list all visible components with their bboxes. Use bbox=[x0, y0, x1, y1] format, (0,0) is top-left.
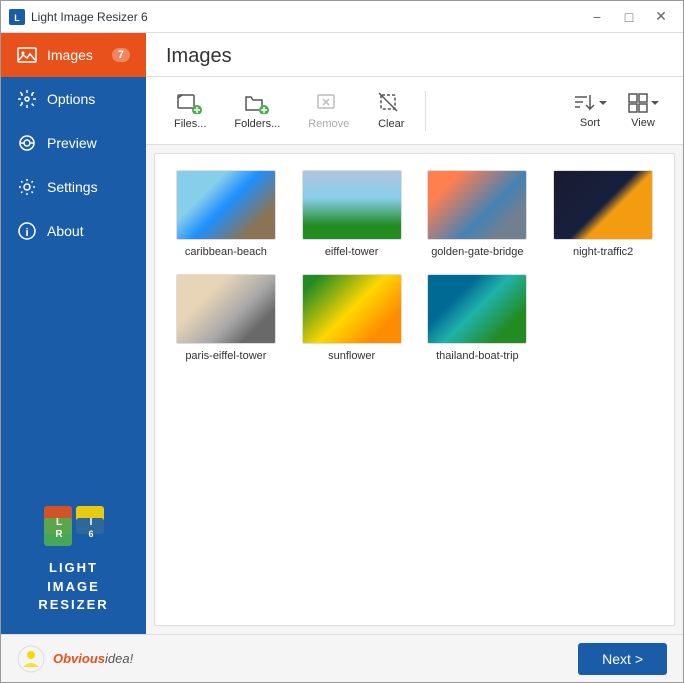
preview-icon bbox=[17, 133, 37, 153]
clear-label: Clear bbox=[378, 118, 404, 130]
content-area: Images Files... bbox=[146, 33, 683, 634]
image-item-golden-gate-bridge[interactable]: golden-gate-bridge bbox=[423, 170, 533, 258]
images-icon bbox=[17, 45, 37, 65]
remove-button[interactable]: Remove bbox=[296, 85, 361, 136]
sidebar-logo: L I R 6 LIGHTIMAGERESIZER bbox=[1, 481, 146, 634]
window-controls: − □ ✕ bbox=[583, 6, 675, 28]
app-icon: L bbox=[9, 9, 25, 25]
images-container: caribbean-beach eiffel-tower golden-gate-b… bbox=[154, 153, 675, 626]
toolbar-right: Sort View bbox=[565, 86, 667, 135]
files-label: Files... bbox=[174, 118, 206, 130]
folders-icon bbox=[243, 91, 271, 115]
image-label-paris-eiffel-tower: paris-eiffel-tower bbox=[185, 350, 266, 362]
options-label: Options bbox=[47, 91, 95, 107]
image-thumb-sunflower bbox=[302, 274, 402, 344]
image-label-night-traffic2: night-traffic2 bbox=[573, 246, 633, 258]
image-item-eiffel-tower[interactable]: eiffel-tower bbox=[297, 170, 407, 258]
image-thumb-eiffel-tower bbox=[302, 170, 402, 240]
main-layout: Images 7 Options bbox=[1, 33, 683, 634]
sort-icon bbox=[573, 92, 607, 114]
image-item-caribbean-beach[interactable]: caribbean-beach bbox=[171, 170, 281, 258]
view-label: View bbox=[631, 117, 655, 129]
footer-brand: Obviousidea! bbox=[17, 645, 133, 673]
clear-button[interactable]: Clear bbox=[365, 85, 417, 136]
image-thumb-golden-gate-bridge bbox=[427, 170, 527, 240]
brand-name: Obviousidea! bbox=[53, 651, 133, 666]
image-label-caribbean-beach: caribbean-beach bbox=[185, 246, 267, 258]
svg-text:R: R bbox=[55, 529, 63, 540]
svg-text:I: I bbox=[89, 517, 92, 528]
sidebar-item-settings[interactable]: Settings bbox=[1, 165, 146, 209]
sidebar-item-options[interactable]: Options bbox=[1, 77, 146, 121]
maximize-button[interactable]: □ bbox=[615, 6, 643, 28]
window-title: Light Image Resizer 6 bbox=[31, 10, 583, 24]
sort-button[interactable]: Sort bbox=[565, 86, 615, 135]
sidebar-item-preview[interactable]: Preview bbox=[1, 121, 146, 165]
minimize-button[interactable]: − bbox=[583, 6, 611, 28]
image-thumb-thailand-boat-trip bbox=[427, 274, 527, 344]
titlebar: L Light Image Resizer 6 − □ ✕ bbox=[1, 1, 683, 33]
footer: Obviousidea! Next > bbox=[1, 634, 683, 682]
preview-label: Preview bbox=[47, 135, 97, 151]
folders-button[interactable]: Folders... bbox=[222, 85, 292, 136]
sidebar: Images 7 Options bbox=[1, 33, 146, 634]
image-item-sunflower[interactable]: sunflower bbox=[297, 274, 407, 362]
image-item-paris-eiffel-tower[interactable]: paris-eiffel-tower bbox=[171, 274, 281, 362]
view-button[interactable]: View bbox=[619, 86, 667, 135]
image-label-thailand-boat-trip: thailand-boat-trip bbox=[436, 350, 519, 362]
view-icon bbox=[627, 92, 659, 114]
clear-icon bbox=[377, 91, 405, 115]
image-label-eiffel-tower: eiffel-tower bbox=[325, 246, 379, 258]
svg-text:L: L bbox=[14, 13, 20, 23]
image-label-golden-gate-bridge: golden-gate-bridge bbox=[431, 246, 523, 258]
image-thumb-paris-eiffel-tower bbox=[176, 274, 276, 344]
next-button[interactable]: Next > bbox=[578, 643, 667, 675]
images-badge: 7 bbox=[112, 48, 130, 62]
image-thumb-night-traffic2 bbox=[553, 170, 653, 240]
svg-text:6: 6 bbox=[88, 529, 93, 539]
sidebar-item-images[interactable]: Images 7 bbox=[1, 33, 146, 77]
files-icon bbox=[176, 91, 204, 115]
about-label: About bbox=[47, 223, 84, 239]
image-thumb-caribbean-beach bbox=[176, 170, 276, 240]
page-title: Images bbox=[146, 33, 683, 77]
remove-icon bbox=[315, 91, 343, 115]
logo-text: LIGHTIMAGERESIZER bbox=[38, 559, 108, 614]
svg-text:L: L bbox=[55, 517, 61, 528]
remove-label: Remove bbox=[308, 118, 349, 130]
images-grid: caribbean-beach eiffel-tower golden-gate-b… bbox=[171, 170, 658, 362]
about-icon: i bbox=[17, 221, 37, 241]
close-button[interactable]: ✕ bbox=[647, 6, 675, 28]
image-label-sunflower: sunflower bbox=[328, 350, 375, 362]
folders-label: Folders... bbox=[234, 118, 280, 130]
image-item-thailand-boat-trip[interactable]: thailand-boat-trip bbox=[423, 274, 533, 362]
options-icon bbox=[17, 89, 37, 109]
sidebar-item-about[interactable]: i About bbox=[1, 209, 146, 253]
image-item-night-traffic2[interactable]: night-traffic2 bbox=[548, 170, 658, 258]
settings-label: Settings bbox=[47, 179, 98, 195]
svg-text:i: i bbox=[25, 227, 28, 239]
images-label: Images bbox=[47, 47, 93, 63]
toolbar-separator bbox=[425, 91, 426, 131]
toolbar: Files... Folders... bbox=[146, 77, 683, 145]
files-button[interactable]: Files... bbox=[162, 85, 218, 136]
sort-label: Sort bbox=[580, 117, 600, 129]
settings-icon bbox=[17, 177, 37, 197]
